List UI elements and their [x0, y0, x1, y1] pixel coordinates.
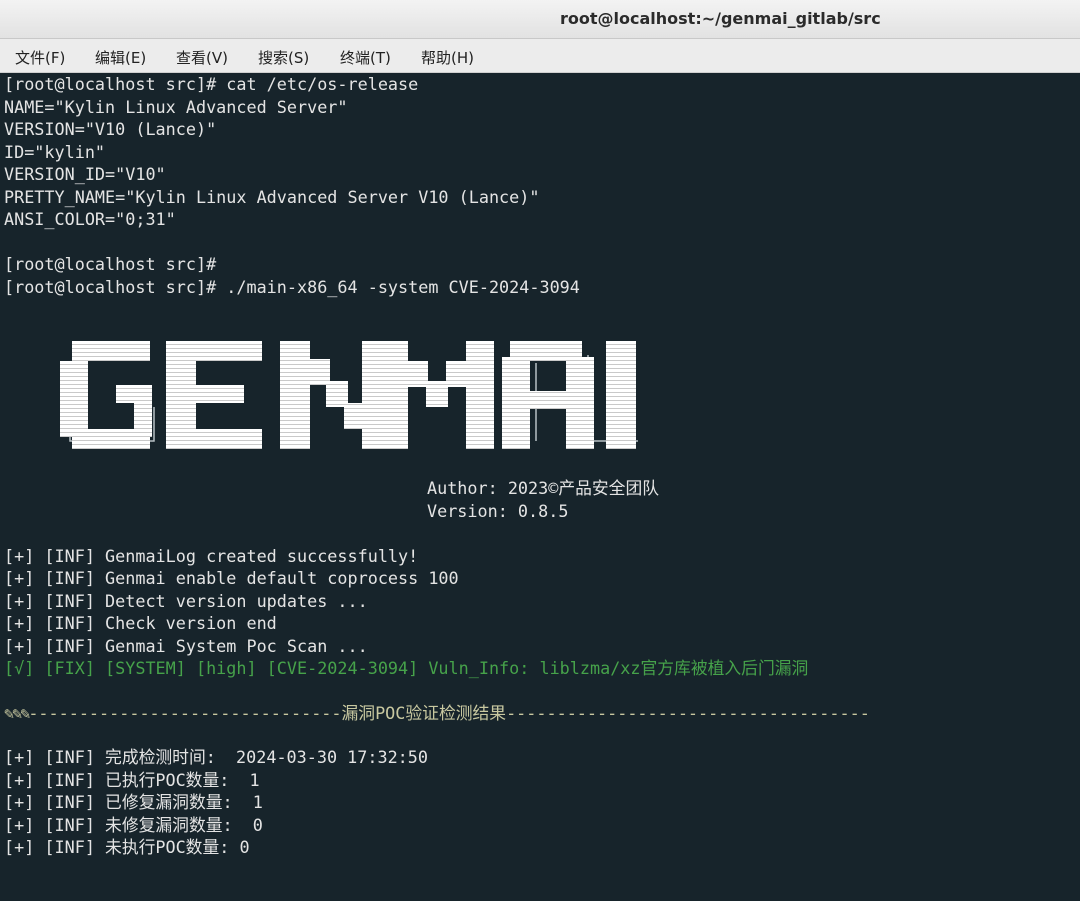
- result-line: [+] [INF] 未执行POC数量: 0: [4, 837, 250, 857]
- menu-help[interactable]: 帮助(H): [421, 47, 474, 68]
- log-line: [+] [INF] GenmaiLog created successfully…: [4, 545, 419, 566]
- menu-edit[interactable]: 编辑(E): [95, 47, 146, 68]
- terminal-line: [root@localhost src]#: [4, 254, 217, 274]
- author-line: Author: 2023©产品安全团队: [427, 478, 660, 498]
- menu-search[interactable]: 搜索(S): [258, 47, 309, 68]
- log-line: [+] [INF] Genmai System Poc Scan ...: [4, 635, 368, 656]
- separator-title: 漏洞POC验证检测结果: [341, 703, 507, 723]
- separator-right: ------------------------------------: [506, 703, 870, 723]
- terminal-line: ANSI_COLOR="0;31": [4, 209, 176, 229]
- title-bar[interactable]: root@localhost:~/genmai_gitlab/src: [0, 0, 1080, 39]
- pencil-icon: ✎✎✎: [4, 703, 30, 723]
- terminal-line: NAME="Kylin Linux Advanced Server": [4, 96, 348, 117]
- terminal-output[interactable]: [root@localhost src]# cat /etc/os-releas…: [0, 73, 1080, 901]
- terminal-line: ID="kylin": [4, 141, 106, 162]
- separator-left: -------------------------------: [28, 703, 342, 723]
- terminal-line: VERSION="V10 (Lance)": [4, 119, 217, 139]
- version-line: Version: 0.8.5: [427, 500, 569, 521]
- terminal-line: [root@localhost src]# ./main-x86_64 -sys…: [4, 276, 580, 297]
- log-line: [+] [INF] Detect version updates ...: [4, 590, 368, 611]
- menu-terminal[interactable]: 终端(T): [340, 47, 391, 68]
- log-line: [+] [INF] Genmai enable default coproces…: [4, 568, 459, 588]
- menu-view[interactable]: 查看(V): [176, 47, 228, 68]
- vulnerability-finding-line: [√] [FIX] [SYSTEM] [high] [CVE-2024-3094…: [4, 658, 809, 678]
- menu-bar: 文件(F) 编辑(E) 查看(V) 搜索(S) 终端(T) 帮助(H): [0, 39, 1080, 73]
- genmai-banner-logo: [60, 341, 638, 449]
- menu-file[interactable]: 文件(F): [15, 47, 65, 68]
- results-separator: ✎✎✎-------------------------------漏洞POC验…: [4, 702, 870, 724]
- genmai-ascii-banner: [58, 341, 648, 473]
- log-line: [+] [INF] Check version end: [4, 613, 277, 633]
- result-line: [+] [INF] 完成检测时间: 2024-03-30 17:32:50: [4, 747, 428, 767]
- result-line: [+] [INF] 未修复漏洞数量: 0: [4, 814, 263, 835]
- terminal-line: PRETTY_NAME="Kylin Linux Advanced Server…: [4, 186, 540, 207]
- terminal-window: root@localhost:~/genmai_gitlab/src 文件(F)…: [0, 0, 1080, 901]
- result-line: [+] [INF] 已执行POC数量: 1: [4, 769, 260, 790]
- result-line: [+] [INF] 已修复漏洞数量: 1: [4, 792, 263, 812]
- terminal-line: VERSION_ID="V10": [4, 164, 166, 184]
- terminal-line: [root@localhost src]# cat /etc/os-releas…: [4, 74, 419, 94]
- window-title: root@localhost:~/genmai_gitlab/src: [560, 9, 881, 28]
